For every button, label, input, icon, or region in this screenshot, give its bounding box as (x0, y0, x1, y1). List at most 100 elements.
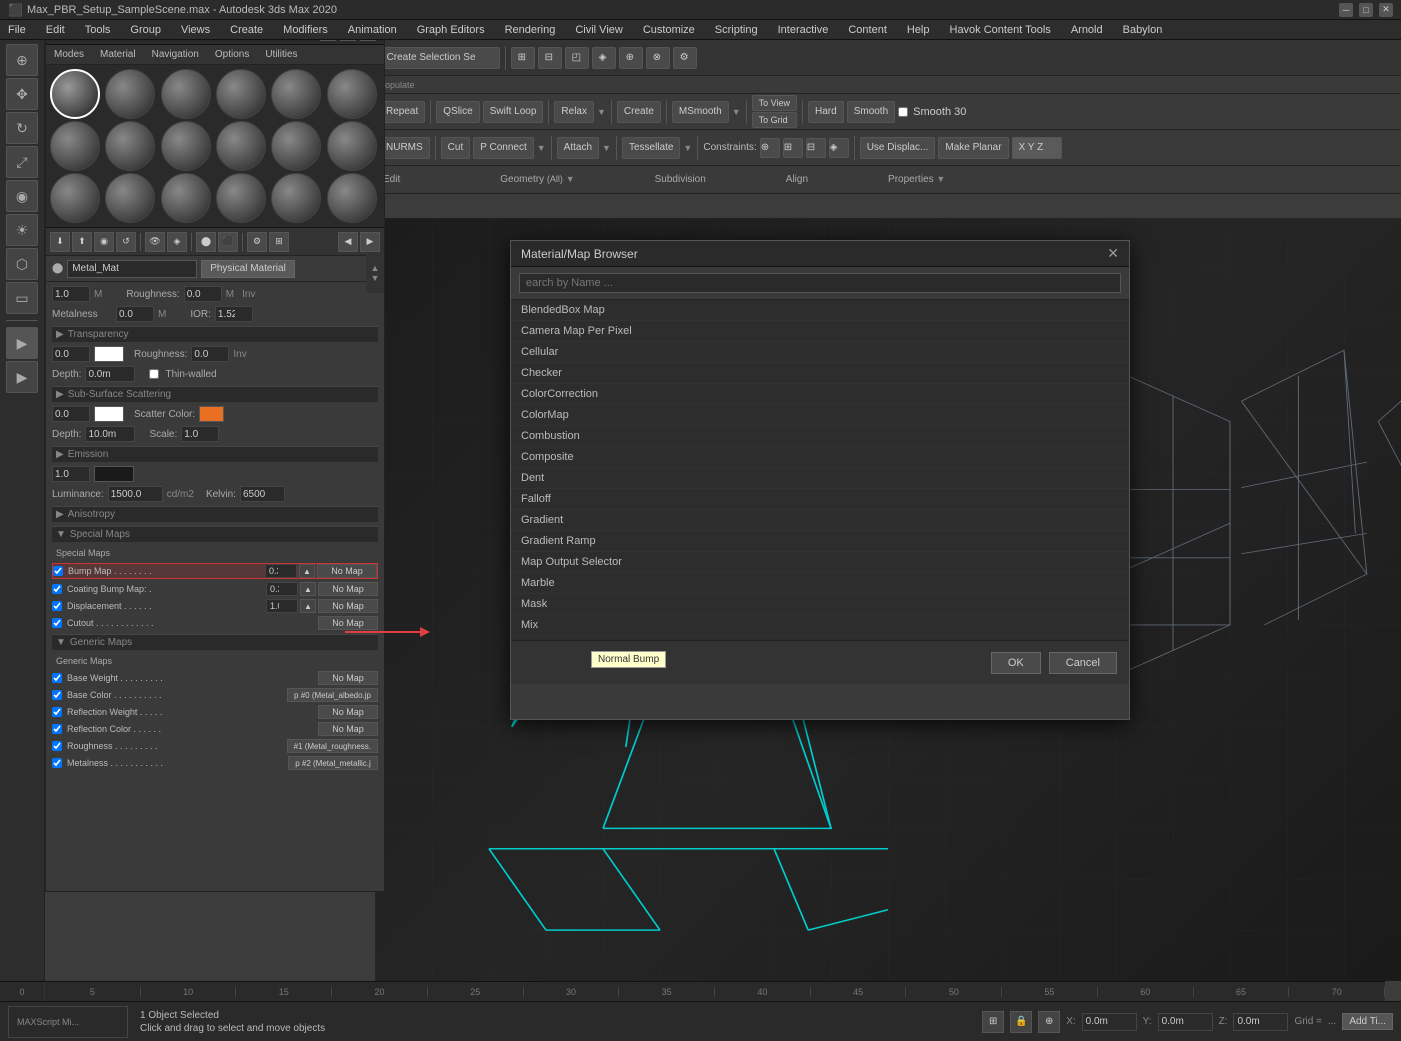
displacement-value[interactable] (266, 599, 298, 613)
menu-graph-editors[interactable]: Graph Editors (413, 22, 489, 38)
mat-tb-put[interactable]: ⬆ (72, 232, 92, 252)
preview-ball-10[interactable] (216, 121, 266, 171)
tick-30[interactable]: 30 (524, 987, 620, 997)
preview-ball-15[interactable] (161, 173, 211, 223)
cut-btn[interactable]: Cut (441, 137, 471, 159)
dialog-item-cellular[interactable]: Cellular (511, 342, 1129, 363)
roughness-value[interactable] (184, 286, 222, 302)
dialog-item-marble[interactable]: Marble (511, 573, 1129, 594)
base-weight-btn[interactable]: No Map (318, 671, 378, 685)
dialog-item-gradient-ramp[interactable]: Gradient Ramp (511, 531, 1129, 552)
menu-animation[interactable]: Animation (344, 22, 401, 38)
ior-value[interactable] (215, 306, 253, 322)
preview-ball-7[interactable] (50, 121, 100, 171)
sss-value[interactable] (52, 406, 90, 422)
sss-section[interactable]: ▶ Sub-Surface Scattering (52, 386, 378, 402)
reflection-weight-check[interactable] (52, 707, 62, 717)
nurms-btn[interactable]: NURMS (379, 137, 430, 159)
constraint-btn1[interactable]: ⊕ (760, 138, 780, 158)
mat-menu-options[interactable]: Options (211, 47, 253, 62)
menu-havok[interactable]: Havok Content Tools (946, 22, 1055, 38)
menu-babylon[interactable]: Babylon (1119, 22, 1167, 38)
mat-scroll-down[interactable]: ▼ (371, 273, 380, 283)
coating-bump-value[interactable] (266, 582, 298, 596)
toolbar-btn10[interactable]: ⊗ (646, 47, 670, 69)
tick-55[interactable]: 55 (1002, 987, 1098, 997)
mat-tb-options[interactable]: ⚙ (247, 232, 267, 252)
base-weight-check[interactable] (52, 673, 62, 683)
mat-tb-assign[interactable]: ◉ (94, 232, 114, 252)
displacement-spinner[interactable]: ▲ (300, 599, 316, 613)
dialog-cancel-button[interactable]: Cancel (1049, 652, 1117, 674)
menu-file[interactable]: File (4, 22, 30, 38)
tick-25[interactable]: 25 (428, 987, 524, 997)
repeat-btn[interactable]: Repeat (379, 101, 425, 123)
maximize-button[interactable]: □ (1359, 3, 1373, 17)
tick-40[interactable]: 40 (715, 987, 811, 997)
thin-walled-check[interactable] (149, 369, 159, 379)
menu-arnold[interactable]: Arnold (1067, 22, 1107, 38)
menu-create[interactable]: Create (226, 22, 267, 38)
menu-rendering[interactable]: Rendering (501, 22, 560, 38)
qslice-btn[interactable]: QSlice (436, 101, 479, 123)
displacement-check[interactable] (52, 601, 62, 611)
tick-50[interactable]: 50 (906, 987, 1002, 997)
z-coord-input[interactable] (1233, 1013, 1288, 1031)
strip-scale[interactable]: ⤢ (6, 146, 38, 178)
constraint-btn2[interactable]: ⊞ (783, 138, 803, 158)
mat-properties-scroll[interactable]: M Roughness: M Inv Metalness M IOR: ▶ Tr… (46, 282, 384, 862)
material-map-browser-dialog[interactable]: Material/Map Browser ✕ BlendedBox Map Ca… (510, 240, 1130, 720)
mat-menu-utilities[interactable]: Utilities (261, 47, 301, 62)
toolbar-snap[interactable]: ⊞ (511, 47, 535, 69)
preview-ball-17[interactable] (271, 173, 321, 223)
strip-motion[interactable]: ▶ (6, 361, 38, 393)
scatter-color-swatch[interactable] (199, 406, 224, 422)
depth-value[interactable] (85, 366, 135, 382)
mat-menu-modes[interactable]: Modes (50, 47, 88, 62)
constraint-btn4[interactable]: ◈ (829, 138, 849, 158)
to-view-btn[interactable]: To View (752, 95, 797, 111)
dialog-item-gradient[interactable]: Gradient (511, 510, 1129, 531)
mat-tb-navigator[interactable]: ⊞ (269, 232, 289, 252)
menu-edit[interactable]: Edit (42, 22, 69, 38)
dialog-item-mask[interactable]: Mask (511, 594, 1129, 615)
mat-scroll-up[interactable]: ▲ (371, 263, 380, 273)
preview-ball-4[interactable] (216, 69, 266, 119)
menu-civil-view[interactable]: Civil View (571, 22, 626, 38)
preview-ball-6[interactable] (327, 69, 377, 119)
add-time-btn[interactable]: Add Ti... (1342, 1013, 1393, 1030)
mat-tb-show-hw[interactable]: ◈ (167, 232, 187, 252)
timeline[interactable]: 0 5 10 15 20 25 30 35 40 45 50 55 60 65 … (0, 981, 1385, 1001)
p-connect-btn[interactable]: P Connect (473, 137, 534, 159)
dialog-items-list[interactable]: BlendedBox Map Camera Map Per Pixel Cell… (511, 300, 1129, 640)
tick-70[interactable]: 70 (1289, 987, 1385, 997)
roughness-map-btn[interactable]: #1 (Metal_roughness. (287, 739, 378, 753)
y-coord-input[interactable] (1158, 1013, 1213, 1031)
transparency-value[interactable] (52, 346, 90, 362)
bump-map-value[interactable] (265, 564, 297, 578)
sss-swatch[interactable] (94, 406, 124, 422)
maxscript-mini[interactable]: MAXScript Mi... (8, 1006, 128, 1038)
mat-tb-show[interactable]: 👁 (145, 232, 165, 252)
menu-group[interactable]: Group (126, 22, 165, 38)
displacement-btn[interactable]: No Map (318, 599, 378, 613)
mat-menu-material[interactable]: Material (96, 47, 140, 62)
toolbar-btn8[interactable]: ◈ (592, 47, 616, 69)
kelvin-value[interactable] (240, 486, 285, 502)
menu-help[interactable]: Help (903, 22, 934, 38)
preview-ball-14[interactable] (105, 173, 155, 223)
menu-modifiers[interactable]: Modifiers (279, 22, 332, 38)
toolbar-settings[interactable]: ⚙ (673, 47, 697, 69)
emission-swatch[interactable] (94, 466, 134, 482)
dialog-item-dent[interactable]: Dent (511, 468, 1129, 489)
toolbar-btn6[interactable]: ⊟ (538, 47, 562, 69)
dialog-item-mix[interactable]: Mix (511, 615, 1129, 636)
tick-5[interactable]: 5 (45, 987, 141, 997)
reflection-color-btn[interactable]: No Map (318, 722, 378, 736)
preview-ball-18[interactable] (327, 173, 377, 223)
preview-ball-2[interactable] (105, 69, 155, 119)
coating-bump-btn[interactable]: No Map (318, 582, 378, 596)
preview-ball-12[interactable] (327, 121, 377, 171)
menu-content[interactable]: Content (844, 22, 891, 38)
strip-shape[interactable]: ▭ (6, 282, 38, 314)
